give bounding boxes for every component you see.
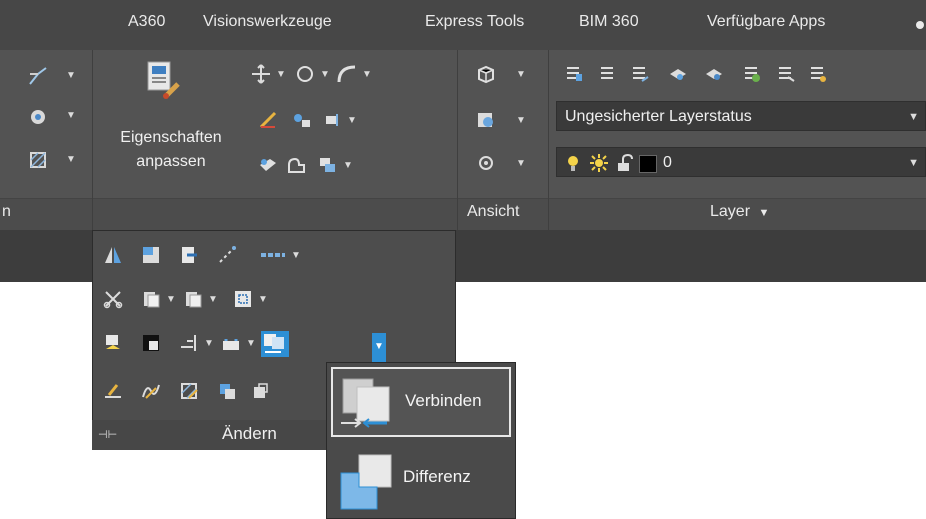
match-properties-icon: [146, 60, 180, 100]
breaking-icon[interactable]: [221, 333, 241, 353]
dimension-icon[interactable]: [28, 66, 48, 86]
chevron-down-icon: ▼: [374, 341, 384, 352]
chevron-down-icon[interactable]: ▼: [516, 115, 526, 126]
chevron-down-icon: ▼: [908, 111, 919, 123]
tab-visionswerkzeuge[interactable]: Visionswerkzeuge: [203, 13, 332, 31]
lengthen-icon[interactable]: [217, 245, 237, 265]
ribbon-tab-bar: A360 Visionswerkzeuge Express Tools BIM …: [0, 0, 926, 50]
chevron-down-icon[interactable]: ▼: [291, 250, 301, 261]
pin-icon[interactable]: ⊣⊢: [98, 428, 117, 441]
layer-properties-icon[interactable]: [564, 64, 584, 84]
draw-order-icon[interactable]: [318, 155, 338, 175]
chevron-down-icon: ▼: [908, 157, 919, 169]
more-tabs-indicator[interactable]: [916, 21, 924, 29]
copy-objects-icon[interactable]: [292, 110, 312, 130]
panel-title-layer[interactable]: Layer ▼: [710, 203, 769, 221]
flyout-item-label: Differenz: [403, 467, 471, 486]
sun-icon: [589, 153, 609, 173]
chevron-down-icon[interactable]: ▼: [66, 154, 76, 165]
chevron-down-icon: ▼: [758, 207, 770, 219]
chevron-down-icon[interactable]: ▼: [362, 69, 372, 80]
panel-separator: [457, 50, 458, 230]
paste-icon[interactable]: [183, 289, 203, 309]
chevron-down-icon[interactable]: ▼: [204, 338, 214, 349]
edit-array-icon[interactable]: [217, 381, 237, 401]
array-icon[interactable]: [233, 289, 253, 309]
edit-hatch-icon[interactable]: [179, 381, 199, 401]
align-icon[interactable]: [179, 333, 199, 353]
panel-title-aendern: Ändern: [222, 424, 277, 443]
layerstatus-dropdown[interactable]: Ungesicherter Layerstatus ▼: [556, 101, 926, 131]
linetype-icon[interactable]: [259, 245, 287, 265]
copy-nested-icon[interactable]: [251, 381, 271, 401]
view-visual-style-icon[interactable]: [476, 110, 496, 130]
union-icon: [337, 375, 399, 431]
scissors-icon[interactable]: [103, 289, 123, 309]
chevron-down-icon[interactable]: ▼: [66, 70, 76, 81]
join-text-icon[interactable]: [103, 333, 123, 353]
flyout-item-verbinden[interactable]: Verbinden: [331, 367, 511, 437]
layer-previous-icon[interactable]: [630, 64, 650, 84]
trim-extend-icon[interactable]: [179, 245, 199, 265]
tab-verfuegbare-apps[interactable]: Verfügbare Apps: [707, 13, 825, 31]
panel-title-fragment: n: [2, 203, 11, 220]
edit-polyline-icon[interactable]: [287, 155, 307, 175]
lightbulb-icon: [567, 154, 579, 172]
erase-icon[interactable]: [103, 381, 123, 401]
block-editor-icon[interactable]: [141, 333, 161, 353]
tab-a360[interactable]: A360: [128, 13, 165, 31]
panel-separator: [548, 50, 549, 230]
chevron-down-icon[interactable]: ▼: [516, 158, 526, 169]
chevron-down-icon[interactable]: ▼: [66, 110, 76, 121]
unlock-icon: [615, 153, 635, 173]
layer-isolate-icon[interactable]: [704, 64, 724, 84]
mirror-icon[interactable]: [103, 245, 123, 265]
3d-box-icon[interactable]: [476, 64, 496, 84]
tab-bim-360[interactable]: BIM 360: [579, 13, 639, 31]
hatch-icon[interactable]: [28, 150, 48, 170]
chevron-down-icon[interactable]: ▼: [320, 69, 330, 80]
rotate-icon[interactable]: [295, 64, 315, 84]
panel-separator: [92, 50, 93, 230]
view-manager-icon[interactable]: [476, 153, 496, 173]
tab-express-tools[interactable]: Express Tools: [425, 13, 524, 31]
copy-clip-icon[interactable]: [141, 289, 161, 309]
chevron-down-icon[interactable]: ▼: [166, 294, 176, 305]
stretch-icon[interactable]: [322, 110, 342, 130]
eigenschaften-anpassen-button[interactable]: Eigenschaften anpassen: [96, 52, 246, 192]
chevron-down-icon[interactable]: ▼: [208, 294, 218, 305]
ribbon-title-bar: [0, 198, 926, 231]
isolate-objects-icon[interactable]: [258, 155, 278, 175]
current-layer-name: 0: [663, 154, 672, 171]
layer-merge-icon[interactable]: [808, 64, 828, 84]
point-style-icon[interactable]: [28, 106, 48, 126]
boolean-flyout-menu: Verbinden Differenz: [326, 362, 516, 519]
layer-freeze-icon[interactable]: [668, 64, 688, 84]
layer-match-icon[interactable]: [598, 64, 618, 84]
layer-unlock-icon[interactable]: [776, 64, 796, 84]
edit-spline-icon[interactable]: [141, 381, 161, 401]
panel-title-ansicht: Ansicht: [467, 203, 520, 220]
line-brush-icon[interactable]: [258, 110, 278, 130]
move-icon[interactable]: [251, 64, 271, 84]
scale-icon[interactable]: [141, 245, 161, 265]
current-layer-dropdown[interactable]: 0 ▼: [556, 147, 926, 177]
chevron-down-icon[interactable]: ▼: [246, 338, 256, 349]
flyout-item-differenz[interactable]: Differenz: [331, 445, 511, 515]
eigenschaften-anpassen-label: Eigenschaften anpassen: [120, 129, 222, 170]
flyout-item-label: Verbinden: [405, 391, 482, 410]
verbinden-dropdown-button[interactable]: ▼: [372, 333, 386, 363]
chevron-down-icon[interactable]: ▼: [276, 69, 286, 80]
subtract-icon: [337, 451, 399, 511]
chevron-down-icon[interactable]: ▼: [258, 294, 268, 305]
chevron-down-icon[interactable]: ▼: [516, 69, 526, 80]
verbinden-split-icon[interactable]: [261, 331, 289, 357]
chevron-down-icon[interactable]: ▼: [347, 115, 357, 126]
layer-color-swatch: [639, 155, 657, 173]
layer-lock-icon[interactable]: [742, 64, 762, 84]
fillet-icon[interactable]: [337, 64, 357, 84]
chevron-down-icon[interactable]: ▼: [343, 160, 353, 171]
